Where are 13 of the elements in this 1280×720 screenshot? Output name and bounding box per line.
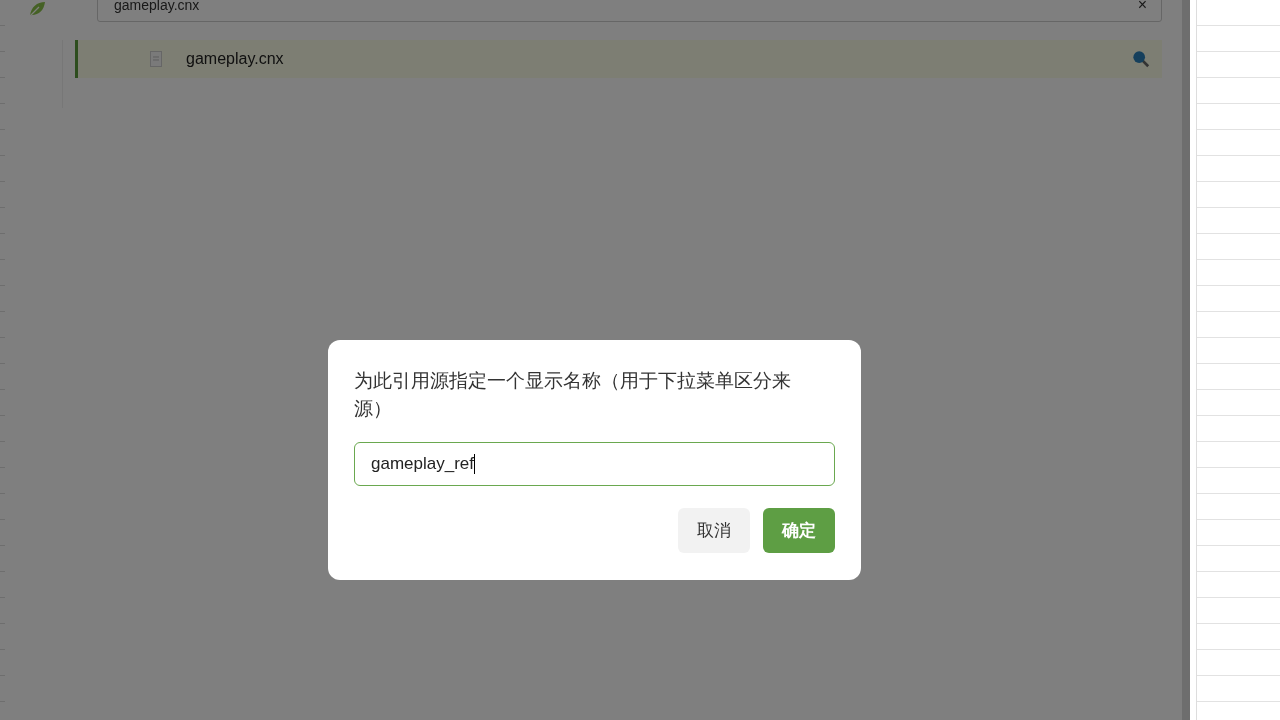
name-input-field[interactable]: gameplay_ref (354, 442, 835, 486)
file-icon (150, 51, 162, 67)
dialog-message: 为此引用源指定一个显示名称（用于下拉菜单区分来源） (354, 368, 792, 421)
source-field[interactable]: gameplay.cnx × (97, 0, 1162, 22)
cancel-button[interactable]: 取消 (678, 508, 750, 553)
clear-button[interactable]: × (1133, 0, 1151, 14)
search-icon[interactable] (1132, 50, 1150, 68)
source-field-value: gameplay.cnx (114, 0, 200, 13)
input-value: gameplay_ref (371, 454, 474, 474)
file-name: gameplay.cnx (186, 50, 285, 68)
confirm-button[interactable]: 确定 (763, 508, 835, 553)
file-row[interactable]: gameplay.cnx (75, 40, 1162, 78)
text-caret (474, 454, 475, 474)
